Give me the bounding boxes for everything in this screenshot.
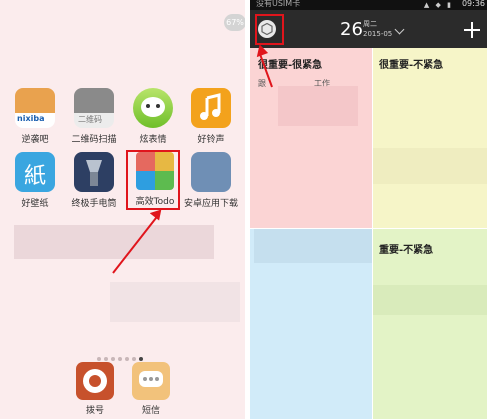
- quadrant-not-important-urgent[interactable]: [250, 229, 372, 419]
- app-wallpaper[interactable]: 紙 好壁纸: [7, 152, 63, 209]
- quadrant-title: 很重要-不紧急: [379, 60, 444, 71]
- todo-top-bar: 26 周二 2015-05: [250, 10, 487, 48]
- mosaic-blur: [110, 282, 240, 322]
- qr-scanner-app-icon: 二维码: [74, 88, 114, 128]
- dock-label: 短信: [141, 406, 160, 416]
- sms-message-icon: [132, 362, 170, 400]
- app-label: 终极手电筒: [71, 199, 117, 209]
- app-nixiba[interactable]: nixiba 逆袭吧: [7, 88, 63, 145]
- add-task-button[interactable]: [464, 22, 480, 38]
- home-screen: 67% nixiba 逆袭吧 二维码 二维码扫描 炫表情 好铃声 紙 好壁纸 终…: [0, 0, 245, 419]
- todo-app-screen: 没有USIM卡 ▲ ◆ ▮ 09:36 26 周二 2015-05 很重要-很紧…: [250, 0, 487, 419]
- quadrant-important-not-urgent[interactable]: 很重要-不紧急: [373, 48, 487, 228]
- emoji-face-app-icon: [133, 88, 173, 128]
- active-page-dot: [139, 357, 143, 361]
- flashlight-icon: [86, 160, 102, 186]
- signal-icons: ▲ ◆ ▮: [423, 1, 453, 9]
- status-bar: 没有USIM卡 ▲ ◆ ▮ 09:36: [250, 0, 487, 10]
- arrow-head-icon: [150, 209, 162, 221]
- dock-dialer[interactable]: 拨号: [70, 362, 120, 416]
- wallpaper-glyph: 紙: [24, 164, 47, 189]
- mosaic-blur: [278, 86, 358, 126]
- wallpaper-app-icon: 紙: [15, 152, 55, 192]
- app-flashlight[interactable]: 终极手电筒: [66, 152, 122, 209]
- app-label: 好铃声: [197, 135, 225, 145]
- app-android-store[interactable]: 安卓应用下载: [183, 152, 239, 209]
- music-note-icon: [200, 93, 221, 120]
- quadrant-title: 很重要-很紧急: [258, 60, 323, 71]
- nixiba-brand: nixiba: [17, 114, 45, 123]
- date-year-month: 2015-05: [363, 30, 393, 38]
- carrier-text: 没有USIM卡: [256, 0, 301, 8]
- app-qr-scanner[interactable]: 二维码 二维码扫描: [66, 88, 122, 145]
- app-label: 二维码扫描: [71, 135, 117, 145]
- music-note-app-icon: [191, 88, 231, 128]
- quadrant-not-important-not-urgent[interactable]: 重要-不紧急: [373, 229, 487, 419]
- mosaic-blur: [373, 285, 487, 315]
- app-label: 逆袭吧: [21, 135, 49, 145]
- android-store-app-icon: [191, 152, 231, 192]
- qr-brand: 二维码: [78, 115, 102, 124]
- app-label: 安卓应用下载: [183, 199, 238, 209]
- battery-indicator: 67%: [224, 14, 245, 31]
- dock-sms[interactable]: 短信: [126, 362, 176, 416]
- mosaic-blur: [373, 148, 487, 184]
- quadrant-title: 重要-不紧急: [379, 245, 434, 256]
- arrow-head-icon: [256, 44, 269, 58]
- date-day: 26: [340, 19, 363, 40]
- todo-highlight-box: [126, 150, 180, 210]
- date-weekday: 周二: [363, 20, 377, 28]
- menu-highlight-box: [255, 14, 284, 45]
- status-time: 09:36: [461, 0, 485, 8]
- flashlight-app-icon: [74, 152, 114, 192]
- dock-label: 拨号: [85, 406, 104, 416]
- emoji-face-icon: [141, 97, 165, 117]
- phone-dial-icon: [76, 362, 114, 400]
- app-label: 好壁纸: [21, 199, 49, 209]
- mosaic-blur: [254, 229, 372, 263]
- app-emoji[interactable]: 炫表情: [125, 88, 181, 145]
- app-ringtone[interactable]: 好铃声: [183, 88, 239, 145]
- app-label: 炫表情: [139, 135, 167, 145]
- chevron-down-icon[interactable]: [394, 24, 405, 35]
- task-item[interactable]: 跟: [258, 78, 266, 89]
- nixiba-app-icon: nixiba: [15, 88, 55, 128]
- mosaic-blur: [14, 225, 214, 259]
